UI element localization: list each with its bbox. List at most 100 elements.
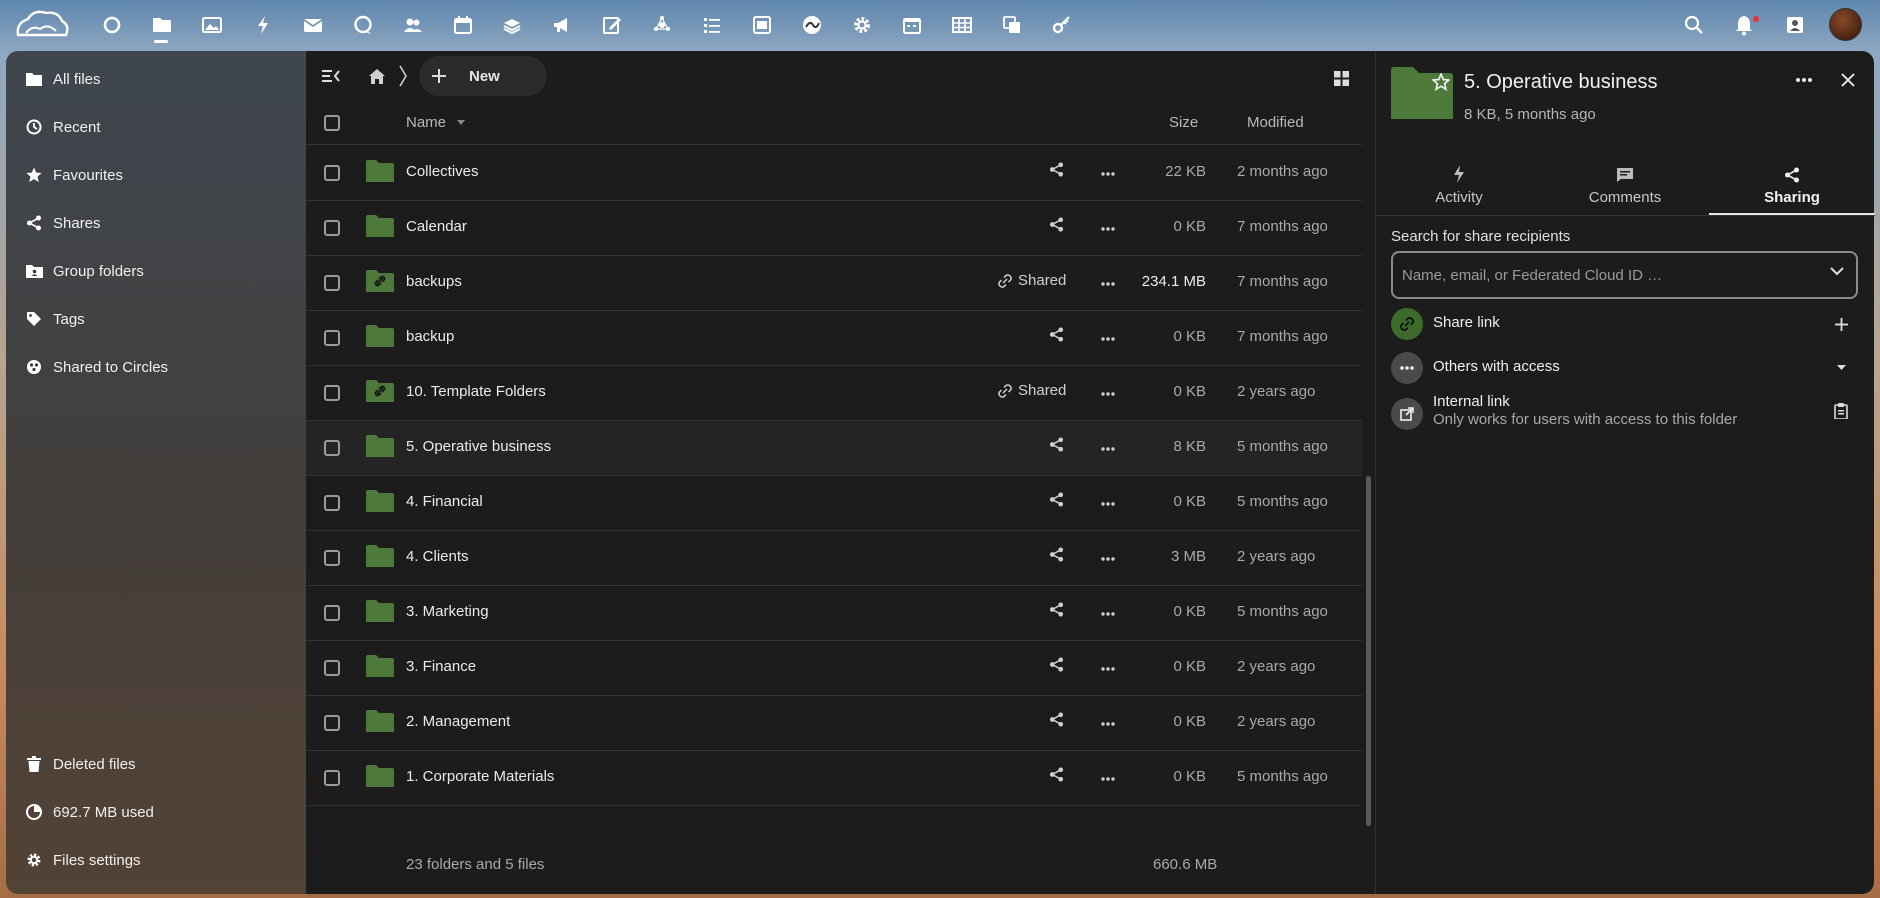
row-actions-button[interactable] <box>1093 492 1123 516</box>
file-row[interactable]: 4. Clients 3 MB 2 years ago <box>306 531 1362 586</box>
app-forms-icon[interactable] <box>749 12 775 38</box>
column-header-name[interactable]: Name <box>406 114 446 131</box>
row-checkbox[interactable] <box>324 660 340 676</box>
nav-recent[interactable]: Recent <box>16 107 296 147</box>
breadcrumb-home[interactable] <box>364 59 390 93</box>
new-button[interactable]: New <box>419 56 547 96</box>
file-name[interactable]: Calendar <box>406 218 467 235</box>
file-row[interactable]: backup 0 KB 7 months ago <box>306 311 1362 366</box>
app-collectives-icon[interactable] <box>999 12 1025 38</box>
user-avatar[interactable] <box>1829 8 1862 41</box>
file-name[interactable]: backup <box>406 328 454 345</box>
tab-activity[interactable]: Activity <box>1376 159 1542 215</box>
app-photos-icon[interactable] <box>199 12 225 38</box>
file-name[interactable]: 4. Clients <box>406 548 469 565</box>
row-actions-button[interactable] <box>1093 327 1123 351</box>
nav-tags[interactable]: Tags <box>16 299 296 339</box>
share-recipient-search-input[interactable]: Name, email, or Federated Cloud ID … <box>1391 251 1858 299</box>
shared-status-button[interactable]: Shared <box>998 382 1066 399</box>
file-name[interactable]: 10. Template Folders <box>406 383 546 400</box>
row-checkbox[interactable] <box>324 605 340 621</box>
shared-status-button[interactable]: Shared <box>998 272 1066 289</box>
row-checkbox[interactable] <box>324 495 340 511</box>
app-notes-icon[interactable] <box>599 12 625 38</box>
app-files-icon[interactable] <box>149 12 175 38</box>
file-name[interactable]: 2. Management <box>406 713 510 730</box>
caret-down-icon[interactable] <box>1829 356 1853 380</box>
row-actions-button[interactable] <box>1093 382 1123 406</box>
nav-deleted-files[interactable]: Deleted files <box>16 744 296 784</box>
row-actions-button[interactable] <box>1093 657 1123 681</box>
file-row[interactable]: 3. Finance 0 KB 2 years ago <box>306 641 1362 696</box>
copy-internal-link-button[interactable] <box>1829 399 1853 423</box>
storage-quota[interactable]: 692.7 MB used <box>16 792 296 832</box>
file-row[interactable]: 4. Financial 0 KB 5 months ago <box>306 476 1362 531</box>
row-checkbox[interactable] <box>324 550 340 566</box>
file-row[interactable]: 1. Corporate Materials 0 KB 5 months ago <box>306 751 1362 806</box>
search-icon[interactable] <box>1681 12 1707 38</box>
share-button[interactable] <box>1049 767 1064 782</box>
share-button[interactable] <box>1049 602 1064 617</box>
app-mail-icon[interactable] <box>300 12 326 38</box>
nav-shared-to-circles[interactable]: Shared to Circles <box>16 347 296 387</box>
file-name[interactable]: 3. Marketing <box>406 603 489 620</box>
nextcloud-logo[interactable] <box>12 5 72 43</box>
toggle-navigation-button[interactable] <box>314 59 348 93</box>
row-checkbox[interactable] <box>324 715 340 731</box>
app-calendar-icon[interactable] <box>450 12 476 38</box>
column-header-modified[interactable]: Modified <box>1247 114 1304 131</box>
nav-favourites[interactable]: Favourites <box>16 155 296 195</box>
row-actions-button[interactable] <box>1093 712 1123 736</box>
share-button[interactable] <box>1049 657 1064 672</box>
sidebar-more-button[interactable] <box>1787 63 1821 97</box>
file-row[interactable]: Calendar 0 KB 7 months ago <box>306 201 1362 256</box>
close-sidebar-button[interactable] <box>1831 63 1865 97</box>
row-actions-button[interactable] <box>1093 217 1123 241</box>
row-checkbox[interactable] <box>324 770 340 786</box>
add-share-link-button[interactable] <box>1829 312 1853 336</box>
share-button[interactable] <box>1049 547 1064 562</box>
row-actions-button[interactable] <box>1093 162 1123 186</box>
nav-shares[interactable]: Shares <box>16 203 296 243</box>
row-checkbox[interactable] <box>324 385 340 401</box>
column-header-size[interactable]: Size <box>1169 114 1198 131</box>
row-checkbox[interactable] <box>324 165 340 181</box>
grid-view-toggle[interactable] <box>1324 61 1358 95</box>
nav-all-files[interactable]: All files <box>16 59 296 99</box>
row-checkbox[interactable] <box>324 440 340 456</box>
nav-files-settings[interactable]: Files settings <box>16 840 296 880</box>
file-row[interactable]: Collectives 22 KB 2 months ago <box>306 146 1362 201</box>
app-talk-icon[interactable] <box>350 12 376 38</box>
tab-sharing[interactable]: Sharing <box>1709 159 1875 215</box>
file-row[interactable]: 3. Marketing 0 KB 5 months ago <box>306 586 1362 641</box>
row-checkbox[interactable] <box>324 275 340 291</box>
file-name[interactable]: Collectives <box>406 163 479 180</box>
share-button[interactable] <box>1049 162 1064 177</box>
app-settings-icon[interactable] <box>849 12 875 38</box>
app-activity-icon[interactable] <box>250 12 276 38</box>
share-button[interactable] <box>1049 492 1064 507</box>
share-button[interactable] <box>1049 712 1064 727</box>
contacts-menu-icon[interactable] <box>1782 12 1808 38</box>
app-contacts-icon[interactable] <box>400 12 426 38</box>
app-circles-icon[interactable] <box>649 12 675 38</box>
select-all-checkbox[interactable] <box>324 115 340 131</box>
file-row[interactable]: 10. Template Folders Shared 0 KB 2 years ag… <box>306 366 1362 421</box>
app-dashboard-icon[interactable] <box>99 12 125 38</box>
share-button[interactable] <box>1049 217 1064 232</box>
favourite-star-button[interactable] <box>1426 67 1456 97</box>
file-name[interactable]: 3. Finance <box>406 658 476 675</box>
file-row[interactable]: backups Shared 234.1 MB 7 months ago <box>306 256 1362 311</box>
app-deck-icon[interactable] <box>499 12 525 38</box>
row-actions-button[interactable] <box>1093 602 1123 626</box>
file-name[interactable]: 5. Operative business <box>406 438 551 455</box>
others-with-access-row[interactable]: Others with access <box>1391 348 1861 388</box>
app-announcements-icon[interactable] <box>549 12 575 38</box>
file-name[interactable]: backups <box>406 273 462 290</box>
app-tasks-icon[interactable] <box>699 12 725 38</box>
app-whiteboard-icon[interactable] <box>799 12 825 38</box>
row-actions-button[interactable] <box>1093 272 1123 296</box>
row-checkbox[interactable] <box>324 220 340 236</box>
row-checkbox[interactable] <box>324 330 340 346</box>
file-row[interactable]: 2. Management 0 KB 2 years ago <box>306 696 1362 751</box>
